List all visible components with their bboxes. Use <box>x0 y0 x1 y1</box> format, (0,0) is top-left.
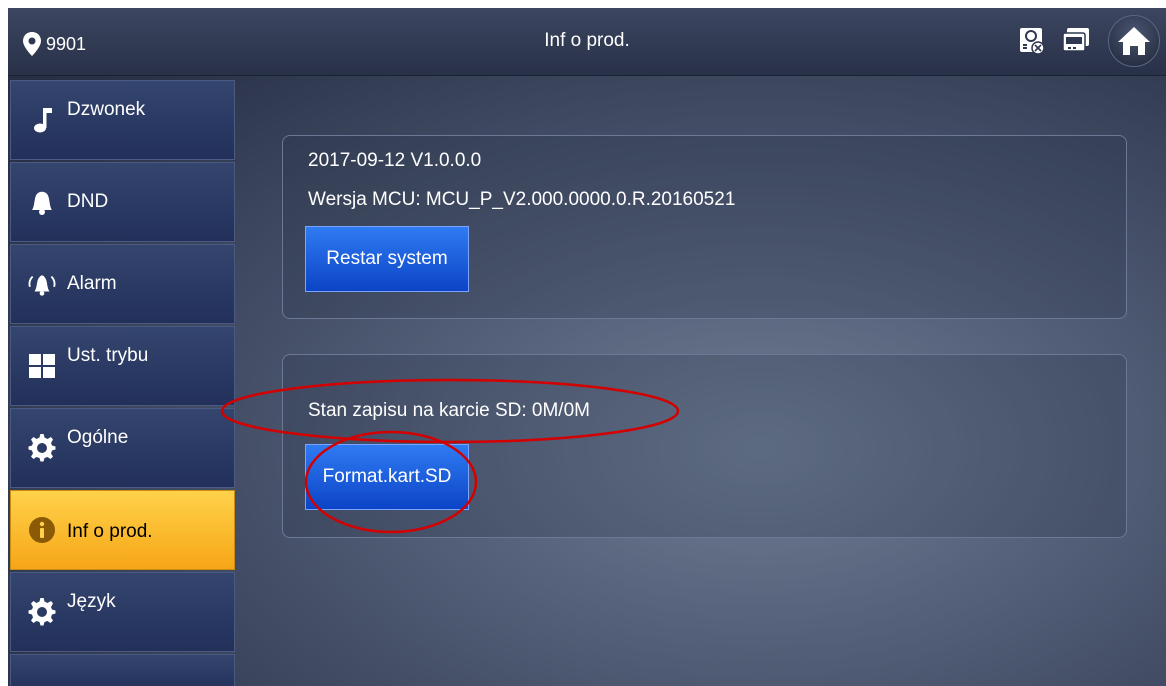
sidebar-item-alarm[interactable]: Alarm <box>10 244 235 324</box>
sidebar-item-label: Inf o prod. <box>67 521 153 542</box>
grid-icon <box>27 351 57 381</box>
sidebar-item-label: Język <box>67 591 116 612</box>
sidebar-item-label: Ust. trybu <box>67 345 149 366</box>
screen: 9901 Inf o prod. Dzwonek DND Alarm Ust. … <box>8 8 1166 686</box>
sd-card-status: Stan zapisu na karcie SD: 0M/0M <box>308 400 590 421</box>
gear-icon <box>27 433 57 463</box>
bell-icon <box>27 187 57 217</box>
sidebar-item-label: Ogólne <box>67 427 129 448</box>
sd-card-panel: Stan zapisu na karcie SD: 0M/0M Format.k… <box>282 354 1127 538</box>
restart-system-button[interactable]: Restar system <box>305 226 469 292</box>
gear-icon <box>27 597 57 627</box>
sidebar-item-label: DND <box>67 191 109 212</box>
version-panel: 2017-09-12 V1.0.0.0 Wersja MCU: MCU_P_V2… <box>282 135 1127 319</box>
music-note-icon <box>27 105 57 135</box>
sidebar-item-label: Alarm <box>67 273 117 294</box>
home-button[interactable] <box>1108 15 1160 67</box>
sidebar-item-ust-trybu[interactable]: Ust. trybu <box>10 326 235 406</box>
alarm-icon <box>27 269 57 299</box>
sidebar-item-inf-o-prod[interactable]: Inf o prod. <box>10 490 235 570</box>
mcu-version: Wersja MCU: MCU_P_V2.000.0000.0.R.201605… <box>308 189 736 210</box>
sd-card-status-icon <box>1018 26 1048 61</box>
home-icon <box>1118 27 1150 55</box>
network-status-icon <box>1061 26 1093 61</box>
top-bar: 9901 Inf o prod. <box>8 8 1166 76</box>
sidebar-item-jezyk[interactable]: Język <box>10 572 235 652</box>
sidebar-item-label: Dzwonek <box>67 99 146 120</box>
firmware-version: 2017-09-12 V1.0.0.0 <box>308 150 482 171</box>
format-sd-card-button[interactable]: Format.kart.SD <box>305 444 469 510</box>
sidebar-item-dnd[interactable]: DND <box>10 162 235 242</box>
sidebar-item-ogolne[interactable]: Ogólne <box>10 408 235 488</box>
sidebar-item-dzwonek[interactable]: Dzwonek <box>10 80 235 160</box>
sidebar-item-empty <box>10 654 235 686</box>
page-title: Inf o prod. <box>544 30 630 51</box>
info-icon <box>27 515 57 545</box>
